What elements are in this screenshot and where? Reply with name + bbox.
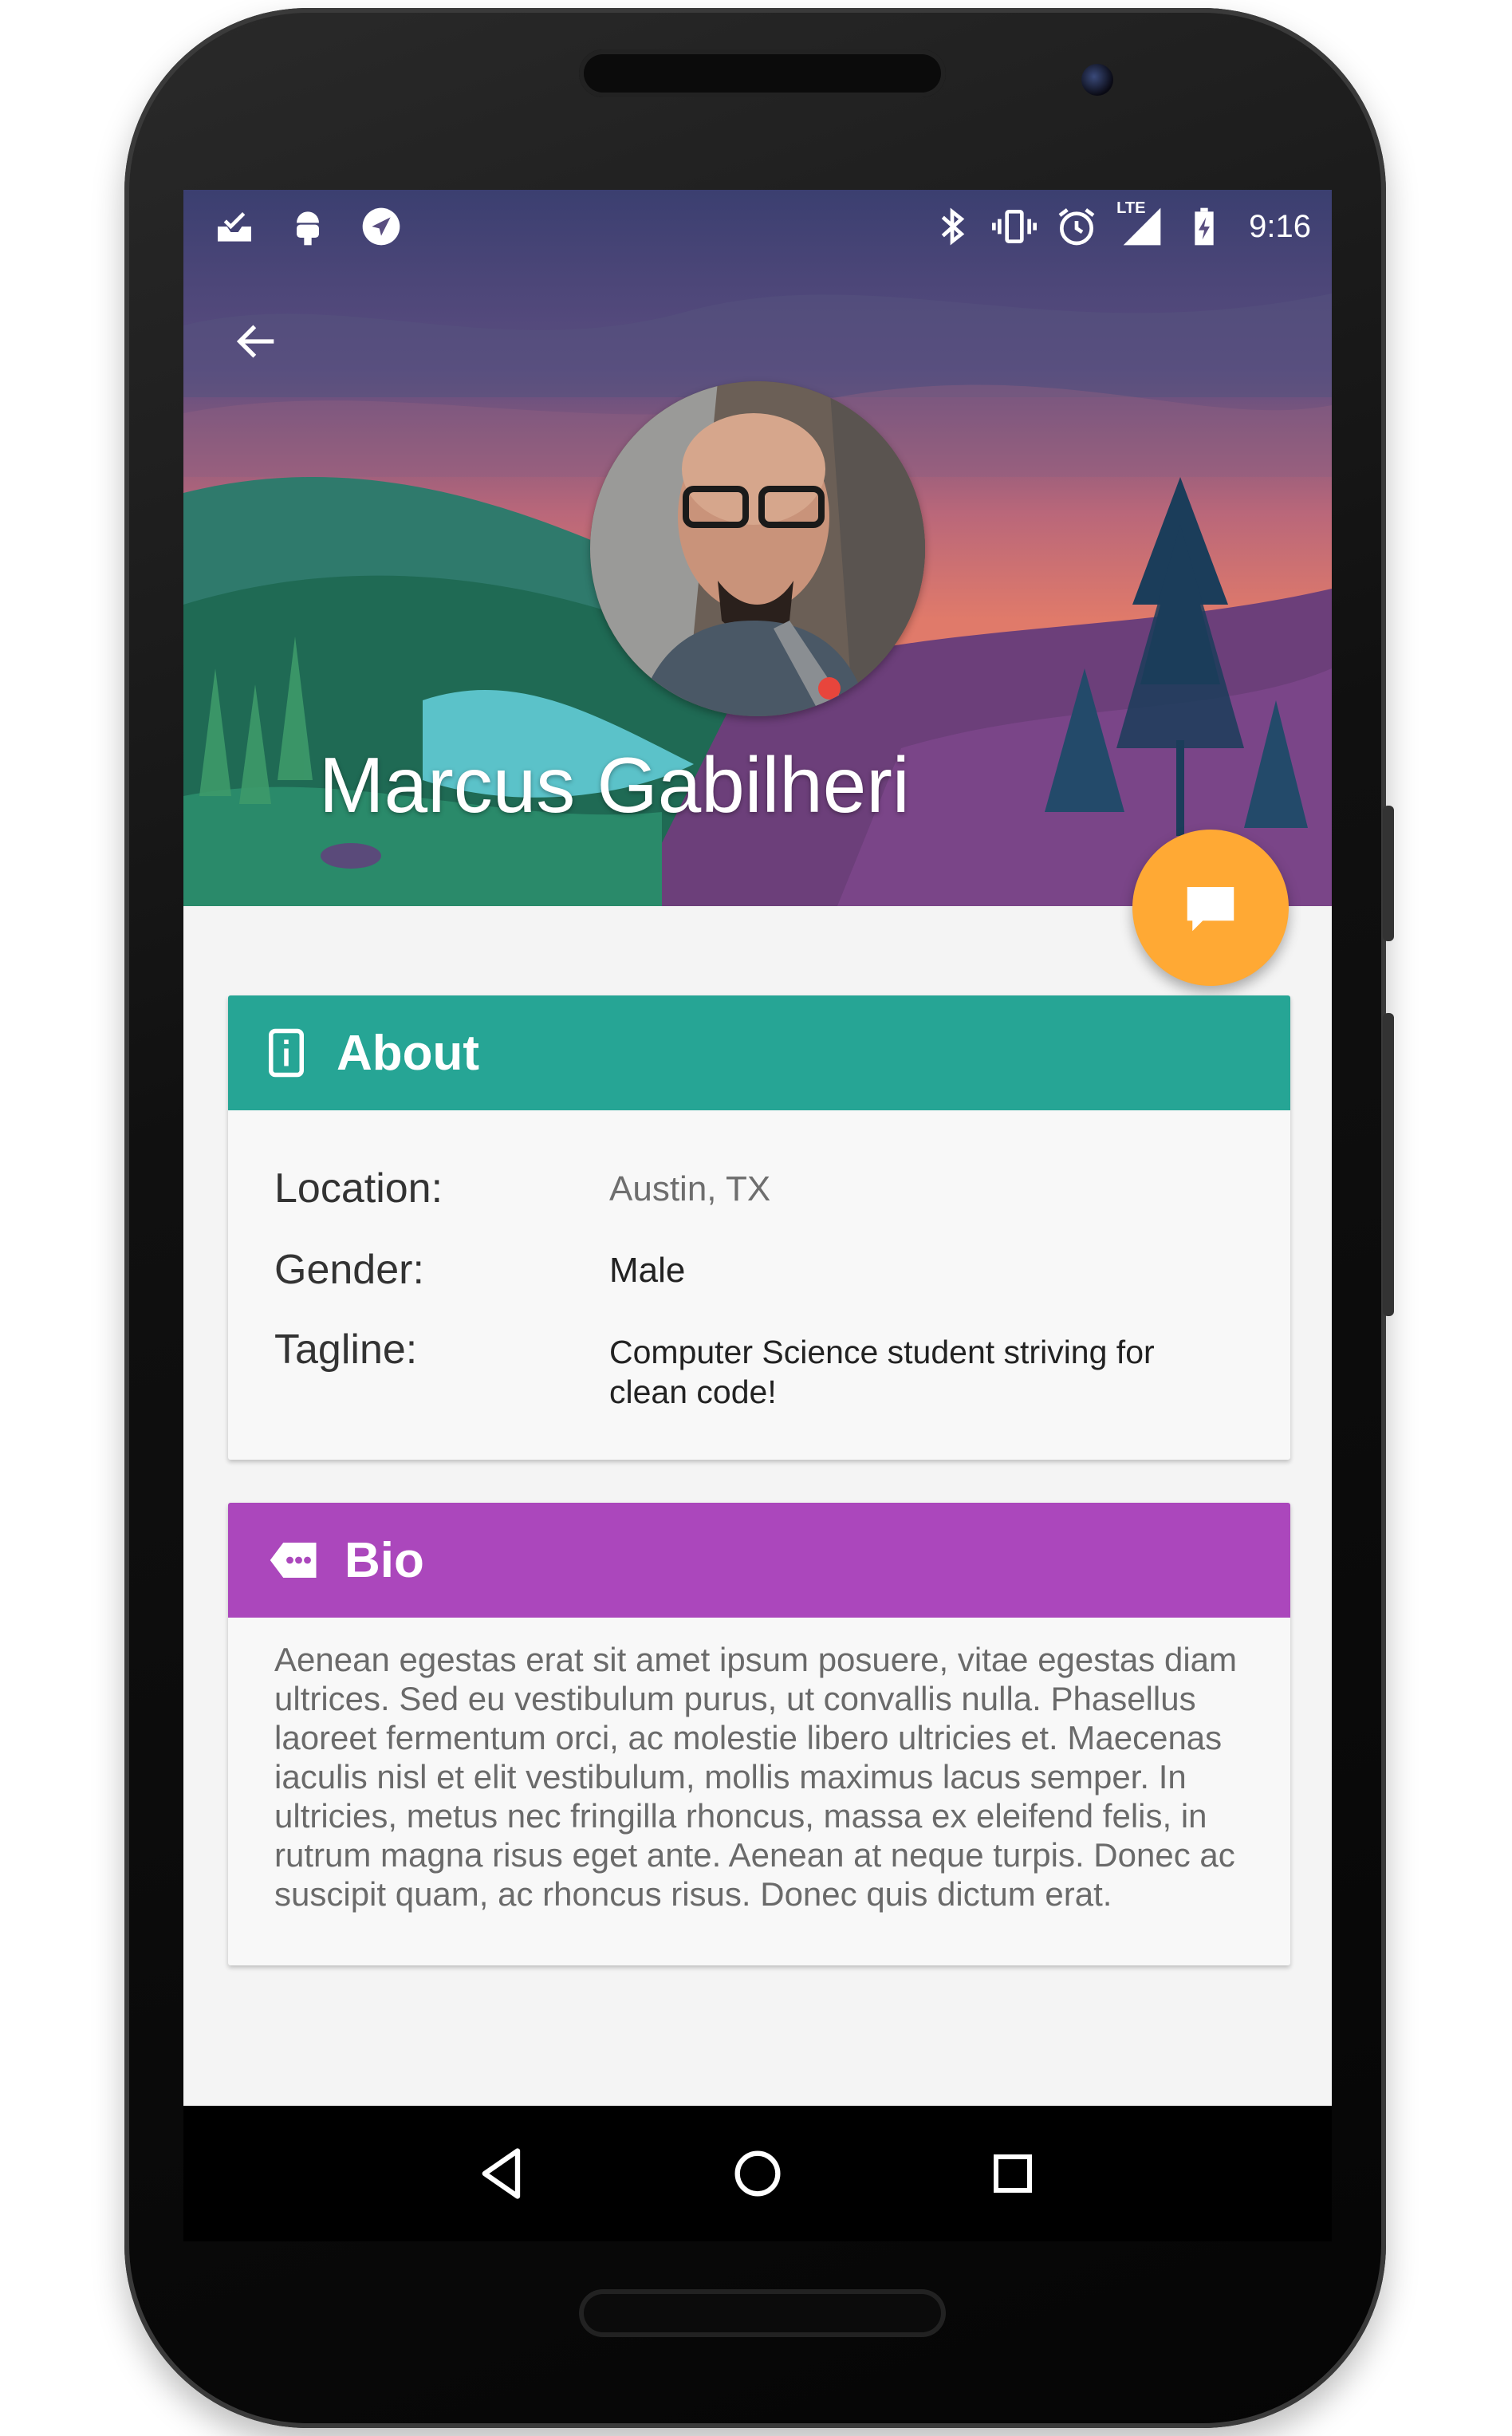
profile-name: Marcus Gabilheri: [319, 741, 910, 829]
earpiece-speaker: [579, 49, 946, 97]
bio-title: Bio: [345, 1532, 424, 1588]
avatar-photo: [590, 381, 925, 716]
nav-recents-icon: [994, 2154, 1032, 2193]
android-icon: [297, 211, 319, 246]
about-label: Location:: [274, 1165, 443, 1212]
bluetooth-icon: [941, 207, 965, 246]
vibrate-icon: [992, 210, 1038, 243]
navigation-icon: [362, 207, 400, 246]
about-label: Gender:: [274, 1247, 424, 1293]
about-value: Computer Science student striving for cl…: [609, 1334, 1155, 1410]
nav-back-icon: [482, 2148, 521, 2199]
about-title: About: [337, 1025, 480, 1081]
inbox-check-icon: [218, 212, 251, 242]
comment-tag-icon: [270, 1543, 317, 1578]
app-screen: LTE 9:16 Marcus Gabilheri About Location…: [183, 190, 1332, 2235]
about-card: About Location: Austin, TX Gender: Male …: [228, 995, 1290, 1460]
about-row-tagline: Tagline: Computer Science student strivi…: [274, 1326, 1263, 1412]
volume-button: [1383, 1013, 1394, 1316]
about-value: Male: [609, 1251, 686, 1290]
nav-home-button[interactable]: [718, 2134, 797, 2213]
nav-recents-button[interactable]: [973, 2134, 1053, 2213]
bio-text: Aenean egestas erat sit amet ipsum posue…: [274, 1641, 1238, 1913]
lte-label: LTE: [1116, 199, 1146, 217]
about-row-location: Location: Austin, TX: [274, 1165, 1263, 1212]
chat-bubble-icon: [1187, 887, 1234, 932]
about-label: Tagline:: [274, 1326, 418, 1373]
front-camera: [1081, 64, 1113, 96]
bottom-speaker: [579, 2289, 946, 2337]
back-button[interactable]: [225, 309, 289, 373]
battery-charging-icon: [1195, 207, 1214, 246]
power-button: [1383, 806, 1394, 941]
about-value: Austin, TX: [609, 1169, 771, 1208]
status-time: 9:16: [1249, 208, 1311, 244]
navigation-bar: [183, 2106, 1332, 2241]
info-card-icon: [269, 1028, 304, 1078]
message-fab[interactable]: [1132, 830, 1289, 986]
about-row-gender: Gender: Male: [274, 1246, 1263, 1294]
bio-card-header: Bio: [228, 1503, 1290, 1618]
nav-back-button[interactable]: [463, 2134, 542, 2213]
nav-home-icon: [734, 2150, 781, 2197]
alarm-icon: [1058, 208, 1095, 246]
status-bar: LTE 9:16: [183, 190, 1332, 263]
profile-header: LTE 9:16 Marcus Gabilheri: [183, 190, 1332, 906]
bio-card: Bio Aenean egestas erat sit amet ipsum p…: [228, 1503, 1290, 1965]
lte-signal-icon: LTE: [1116, 199, 1164, 249]
about-card-header: About: [228, 995, 1290, 1110]
profile-avatar[interactable]: [590, 381, 925, 716]
arrow-back-icon: [236, 325, 274, 358]
